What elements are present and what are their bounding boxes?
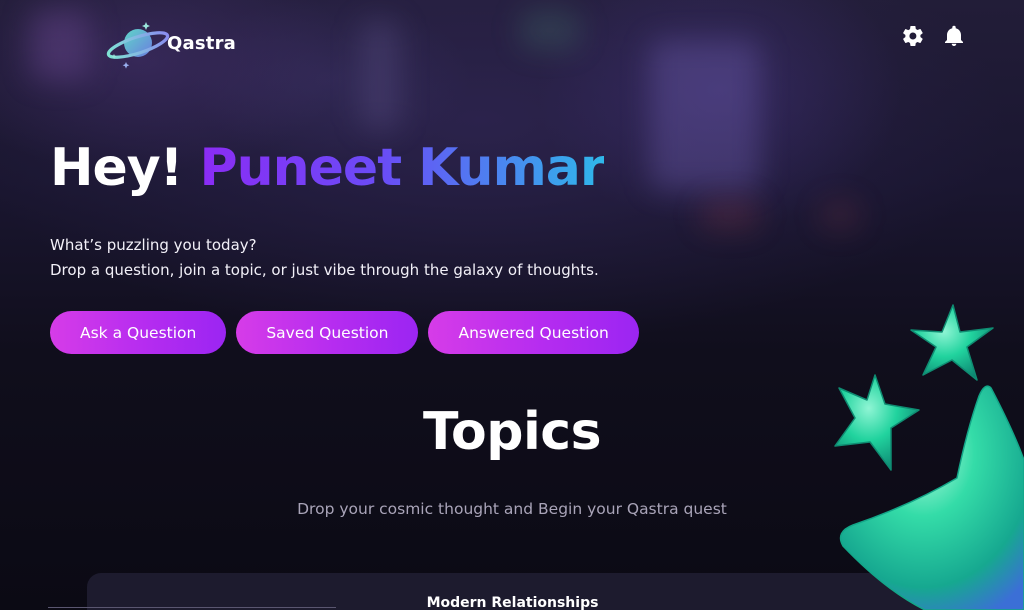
topic-card[interactable]: Modern Relationships	[87, 573, 938, 610]
planet-logo-icon[interactable]	[104, 16, 170, 72]
gear-icon[interactable]	[901, 24, 925, 48]
background-blur	[820, 200, 860, 230]
hero-invite-line: Drop a question, join a topic, or just v…	[50, 261, 599, 279]
saved-question-button[interactable]: Saved Question	[236, 311, 419, 354]
user-name: Puneet Kumar	[199, 138, 606, 198]
stars-decoration-icon	[815, 300, 1024, 610]
background-blur	[700, 200, 760, 230]
action-buttons: Ask a Question Saved Question Answered Q…	[50, 311, 639, 354]
bell-icon[interactable]	[942, 24, 966, 48]
hero-question-line: What’s puzzling you today?	[50, 236, 257, 254]
page: Qastra Hey! Puneet Kumar What’s puzzling…	[0, 0, 1024, 610]
divider	[48, 607, 336, 608]
hero-description: What’s puzzling you today? Drop a questi…	[50, 233, 599, 283]
top-nav: Qastra	[0, 0, 1024, 80]
ask-question-button[interactable]: Ask a Question	[50, 311, 227, 354]
greeting-prefix: Hey!	[50, 138, 183, 198]
greeting-heading: Hey! Puneet Kumar	[50, 138, 606, 198]
answered-question-button[interactable]: Answered Question	[428, 311, 639, 354]
brand-name[interactable]: Qastra	[167, 33, 236, 54]
